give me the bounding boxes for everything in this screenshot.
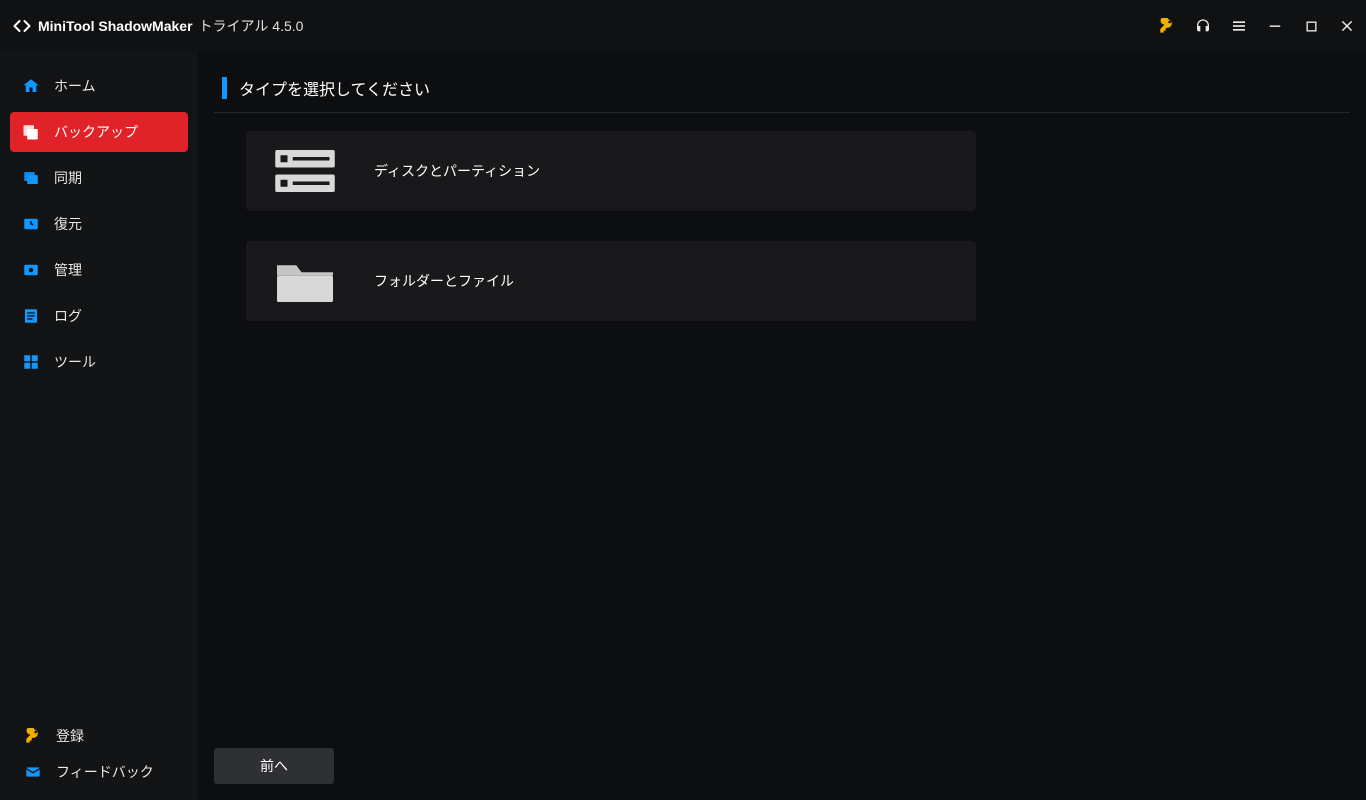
heading-accent <box>222 77 227 99</box>
mail-icon <box>24 763 42 781</box>
app-name: MiniTool ShadowMaker <box>38 18 193 34</box>
sync-icon <box>22 169 40 187</box>
sidebar-item-label: ツール <box>54 352 96 372</box>
sidebar-feedback-label: フィードバック <box>56 762 154 782</box>
app-logo-icon <box>12 16 32 36</box>
option-disks-partitions[interactable]: ディスクとパーティション <box>246 131 976 211</box>
sidebar-item-label: 復元 <box>54 214 82 234</box>
app-edition: トライアル 4.5.0 <box>199 16 304 36</box>
sidebar-register[interactable]: 登録 <box>10 718 188 754</box>
disk-icon <box>270 141 340 201</box>
backup-icon <box>22 123 40 141</box>
sidebar-register-label: 登録 <box>56 726 84 746</box>
heading-divider <box>214 112 1350 113</box>
sidebar-feedback[interactable]: フィードバック <box>10 754 188 790</box>
titlebar: MiniTool ShadowMaker トライアル 4.5.0 <box>0 0 1366 52</box>
key-icon <box>24 727 42 745</box>
option-folders-files[interactable]: フォルダーとファイル <box>246 241 976 321</box>
sidebar-item-tools[interactable]: ツール <box>10 342 188 382</box>
folder-icon <box>270 251 340 311</box>
sidebar-item-sync[interactable]: 同期 <box>10 158 188 198</box>
prev-button[interactable]: 前へ <box>214 748 334 784</box>
tools-icon <box>22 353 40 371</box>
sidebar-item-log[interactable]: ログ <box>10 296 188 336</box>
option-label: フォルダーとファイル <box>374 271 514 291</box>
main-panel: タイプを選択してください ディスクとパー <box>198 52 1366 800</box>
headset-icon[interactable] <box>1194 17 1212 35</box>
sidebar-item-backup[interactable]: バックアップ <box>10 112 188 152</box>
sidebar-item-label: 同期 <box>54 168 82 188</box>
maximize-icon[interactable] <box>1302 17 1320 35</box>
sidebar: ホーム バックアップ 同期 復元 <box>0 52 198 800</box>
close-icon[interactable] <box>1338 17 1356 35</box>
log-icon <box>22 307 40 325</box>
sidebar-item-manage[interactable]: 管理 <box>10 250 188 290</box>
restore-icon <box>22 215 40 233</box>
sidebar-item-label: 管理 <box>54 260 82 280</box>
home-icon <box>22 77 40 95</box>
menu-icon[interactable] <box>1230 17 1248 35</box>
minimize-icon[interactable] <box>1266 17 1284 35</box>
sidebar-item-label: ホーム <box>54 76 96 96</box>
sidebar-item-label: バックアップ <box>54 122 138 142</box>
register-key-icon[interactable] <box>1158 17 1176 35</box>
sidebar-item-home[interactable]: ホーム <box>10 66 188 106</box>
prev-button-label: 前へ <box>260 756 288 776</box>
sidebar-item-restore[interactable]: 復元 <box>10 204 188 244</box>
manage-icon <box>22 261 40 279</box>
option-label: ディスクとパーティション <box>374 161 540 181</box>
page-title: タイプを選択してください <box>239 76 430 100</box>
sidebar-item-label: ログ <box>54 306 82 326</box>
